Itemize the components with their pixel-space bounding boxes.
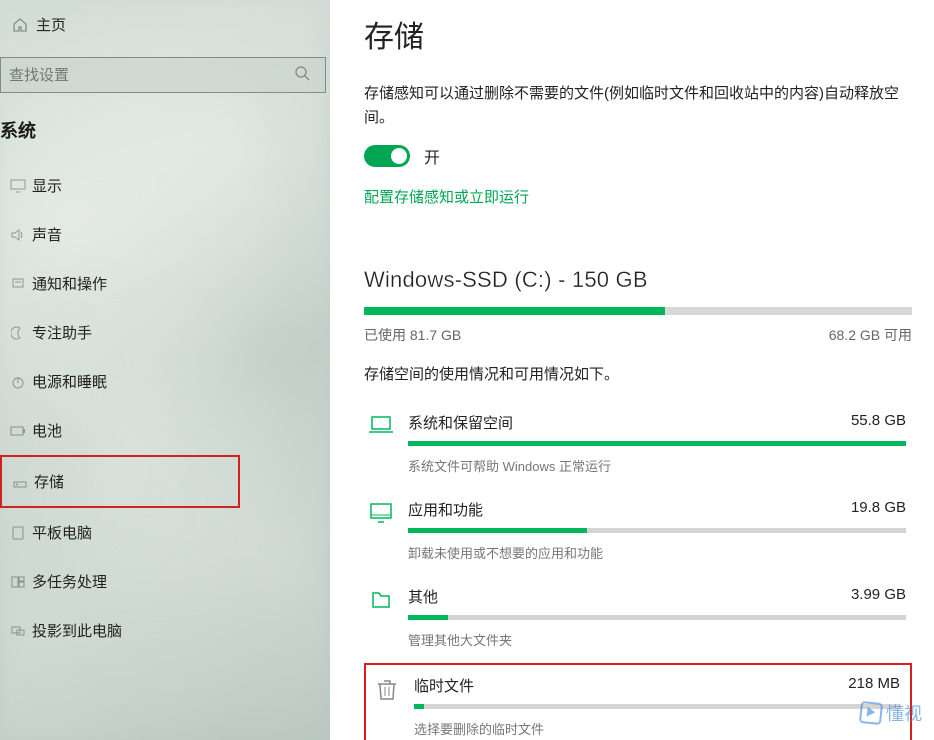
sidebar-item-focus[interactable]: 专注助手 — [0, 308, 330, 357]
sidebar-item-project[interactable]: 投影到此电脑 — [0, 606, 330, 655]
monitor-icon — [366, 499, 396, 524]
sidebar-home[interactable]: 主页 — [0, 8, 330, 53]
section-title: 系统 — [0, 107, 330, 161]
storage-sense-toggle[interactable] — [364, 145, 410, 167]
watermark-text: 懂视 — [886, 700, 922, 726]
sidebar-item-label: 显示 — [32, 175, 62, 196]
category-bar — [408, 528, 906, 533]
sidebar-item-label: 电池 — [32, 420, 62, 441]
category-fill — [414, 704, 424, 709]
category-laptop[interactable]: 系统和保留空间 55.8 GB 系统文件可帮助 Windows 正常运行 — [364, 402, 912, 489]
category-bar — [414, 704, 900, 709]
search-icon — [294, 65, 312, 88]
sidebar-item-label: 平板电脑 — [32, 522, 92, 543]
category-sub: 卸载未使用或不想要的应用和功能 — [408, 543, 906, 562]
watermark: 懂视 — [860, 700, 922, 726]
category-fill — [408, 441, 906, 446]
category-monitor[interactable]: 应用和功能 19.8 GB 卸载未使用或不想要的应用和功能 — [364, 489, 912, 576]
power-icon — [8, 375, 28, 389]
home-icon — [10, 17, 30, 33]
sidebar-item-label: 通知和操作 — [32, 273, 107, 294]
page-title: 存储 — [364, 12, 912, 56]
tablet-icon — [8, 526, 28, 540]
sidebar-item-battery[interactable]: 电池 — [0, 406, 330, 455]
sidebar-item-storage[interactable]: 存储 — [0, 455, 240, 508]
category-bar — [408, 441, 906, 446]
toggle-row: 开 — [364, 144, 912, 168]
category-size: 3.99 GB — [851, 586, 906, 607]
sidebar-item-tablet[interactable]: 平板电脑 — [0, 508, 330, 557]
category-name: 应用和功能 — [408, 499, 483, 520]
moon-icon — [8, 326, 28, 340]
sidebar-item-sound[interactable]: 声音 — [0, 210, 330, 259]
sidebar-item-notifications[interactable]: 通知和操作 — [0, 259, 330, 308]
folder-icon — [366, 586, 396, 611]
watermark-icon — [859, 701, 883, 725]
category-trash[interactable]: 临时文件 218 MB 选择要删除的临时文件 — [364, 663, 912, 740]
home-label: 主页 — [36, 14, 66, 35]
search-input[interactable] — [0, 57, 326, 93]
sidebar: 主页 系统 显示 声音 通知和操作 专注助手 电源和睡眠 电池 存储 平板电脑 — [0, 0, 330, 740]
sidebar-item-label: 声音 — [32, 224, 62, 245]
category-size: 55.8 GB — [851, 412, 906, 433]
battery-icon — [8, 425, 28, 437]
drive-title: Windows-SSD (C:) - 150 GB — [364, 267, 912, 293]
sidebar-item-label: 多任务处理 — [32, 571, 107, 592]
drive-usage-fill — [364, 307, 665, 315]
category-size: 218 MB — [848, 675, 900, 696]
category-sub: 选择要删除的临时文件 — [414, 719, 900, 738]
category-name: 系统和保留空间 — [408, 412, 513, 433]
sidebar-item-label: 存储 — [34, 471, 64, 492]
category-fill — [408, 528, 587, 533]
category-sub: 管理其他大文件夹 — [408, 630, 906, 649]
multitask-icon — [8, 576, 28, 588]
configure-link[interactable]: 配置存储感知或立即运行 — [364, 186, 912, 207]
drive-free: 68.2 GB 可用 — [829, 325, 912, 345]
sidebar-item-multitask[interactable]: 多任务处理 — [0, 557, 330, 606]
search-container — [0, 57, 326, 93]
category-name: 临时文件 — [414, 675, 474, 696]
sidebar-item-power[interactable]: 电源和睡眠 — [0, 357, 330, 406]
drive-stats: 已使用 81.7 GB 68.2 GB 可用 — [364, 325, 912, 345]
display-icon — [8, 179, 28, 193]
category-sub: 系统文件可帮助 Windows 正常运行 — [408, 456, 906, 475]
sidebar-item-label: 电源和睡眠 — [32, 371, 107, 392]
sidebar-item-label: 专注助手 — [32, 322, 92, 343]
drive-used: 已使用 81.7 GB — [364, 325, 461, 345]
sidebar-item-display[interactable]: 显示 — [0, 161, 330, 210]
category-name: 其他 — [408, 586, 438, 607]
category-folder[interactable]: 其他 3.99 GB 管理其他大文件夹 — [364, 576, 912, 663]
category-bar — [408, 615, 906, 620]
project-icon — [8, 625, 28, 637]
usage-desc: 存储空间的使用情况和可用情况如下。 — [364, 363, 912, 384]
category-size: 19.8 GB — [851, 499, 906, 520]
bell-icon — [8, 277, 28, 291]
category-fill — [408, 615, 448, 620]
toggle-label: 开 — [424, 144, 440, 168]
main-content: 存储 存储感知可以通过删除不需要的文件(例如临时文件和回收站中的内容)自动释放空… — [330, 0, 934, 740]
sidebar-item-label: 投影到此电脑 — [32, 620, 122, 641]
storage-sense-desc: 存储感知可以通过删除不需要的文件(例如临时文件和回收站中的内容)自动释放空间。 — [364, 82, 912, 130]
storage-icon — [10, 475, 30, 489]
laptop-icon — [366, 412, 396, 435]
trash-icon — [372, 675, 402, 702]
sound-icon — [8, 228, 28, 242]
drive-usage-bar — [364, 307, 912, 315]
